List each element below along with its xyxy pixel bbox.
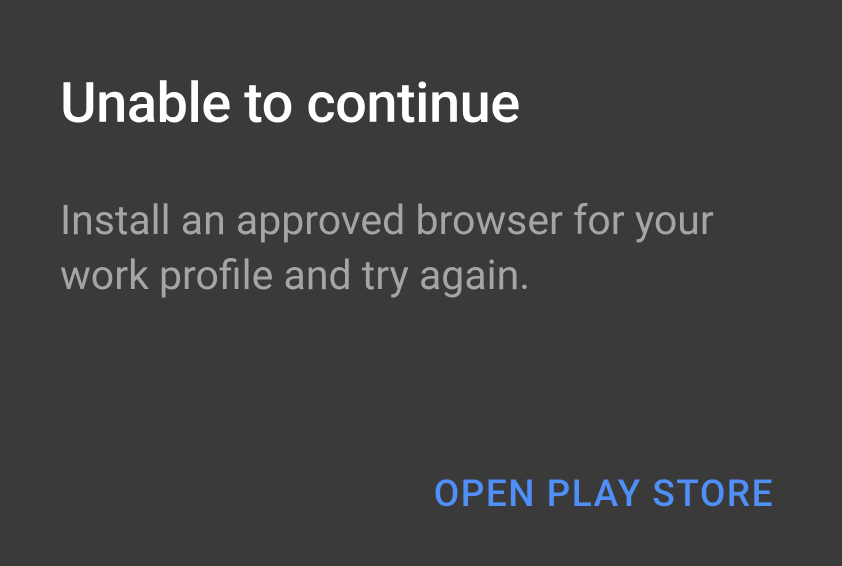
open-play-store-button[interactable]: OPEN PLAY STORE	[426, 463, 782, 526]
dialog-title: Unable to continue	[60, 70, 782, 136]
dialog-message: Install an approved browser for your wor…	[60, 194, 782, 305]
dialog-container: Unable to continue Install an approved b…	[0, 0, 842, 566]
dialog-actions: OPEN PLAY STORE	[60, 463, 782, 526]
